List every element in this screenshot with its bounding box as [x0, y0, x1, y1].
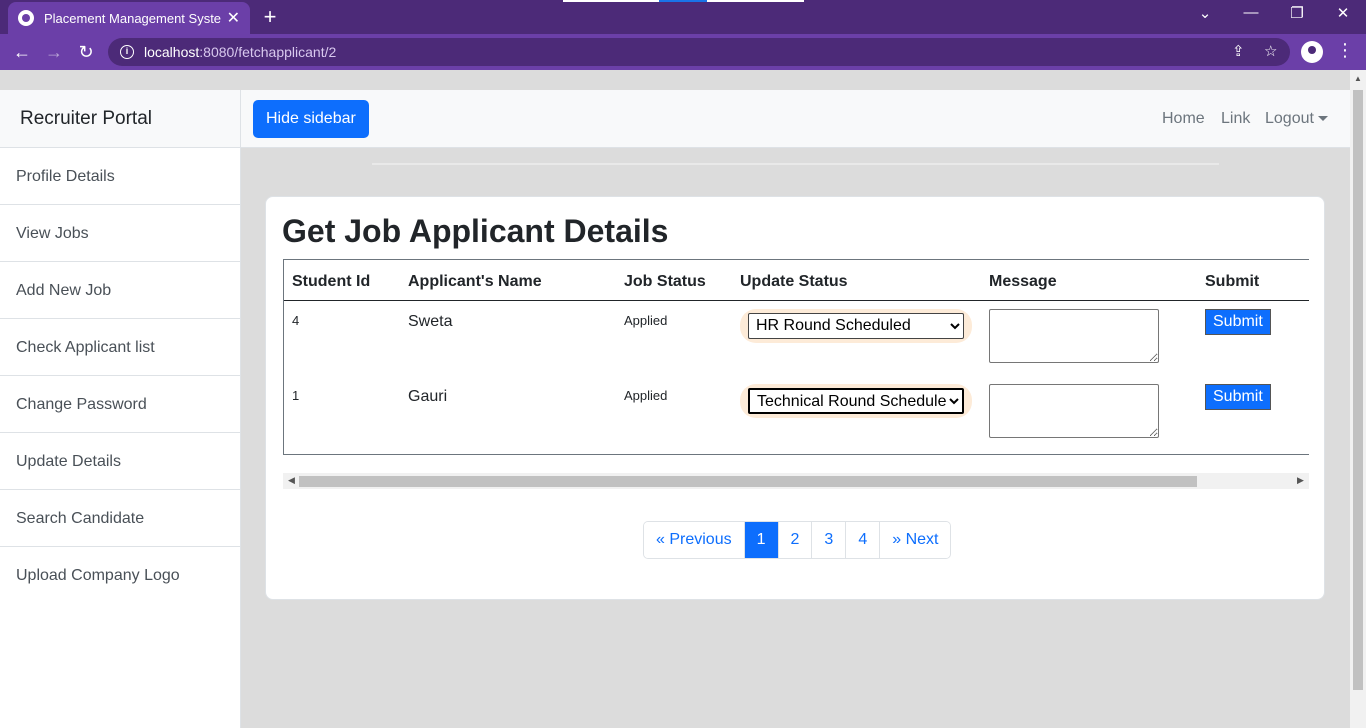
url-host: localhost [144, 44, 200, 60]
page-3[interactable]: 3 [812, 522, 847, 558]
scroll-up-arrow-icon[interactable]: ▲ [1354, 74, 1362, 83]
student-id-cell: 1 [292, 388, 300, 403]
url-bar[interactable]: i localhost:8080/fetchapplicant/2 [108, 38, 1290, 66]
sidebar: Recruiter Portal Profile Details View Jo… [0, 90, 241, 728]
job-status-cell: Applied [624, 388, 668, 403]
back-arrow-icon[interactable]: ← [10, 40, 34, 64]
restore-icon[interactable]: ❐ [1277, 4, 1317, 22]
table-row: 4 Sweta Applied HR Round Scheduled Submi… [284, 300, 1309, 376]
submit-cell: Submit [1197, 376, 1309, 452]
share-icon[interactable]: ⇪ [1232, 42, 1245, 60]
applicant-card: Get Job Applicant Details Student Id App… [265, 196, 1325, 600]
tab-search-chevron-icon[interactable]: ⌄ [1185, 4, 1225, 22]
select-highlight: Technical Round Scheduled [740, 384, 972, 418]
top-navbar: Hide sidebar Home Link Logout [241, 90, 1350, 148]
page-4[interactable]: 4 [846, 522, 881, 558]
column-header: Applicant's Name [400, 260, 616, 301]
message-cell [981, 300, 1197, 376]
logout-label: Logout [1265, 110, 1314, 127]
window-edge-strip [563, 0, 659, 2]
url-path: :8080/fetchapplicant/2 [199, 44, 337, 60]
update-status-select[interactable]: HR Round Scheduled [748, 312, 964, 339]
tab-title: Placement Management System [44, 10, 221, 26]
sidebar-item-upload-company-logo[interactable]: Upload Company Logo [0, 547, 240, 604]
scroll-left-arrow-icon[interactable]: ◀ [288, 475, 295, 486]
submit-button[interactable]: Submit [1205, 384, 1271, 410]
window-edge-strip [659, 0, 707, 2]
browser-menu-icon[interactable]: ⋮ [1336, 40, 1354, 61]
message-textarea[interactable] [989, 308, 1159, 363]
profile-avatar-icon[interactable] [1301, 41, 1323, 63]
table-row: 1 Gauri Applied Technical Round Schedule… [284, 376, 1309, 452]
job-status-cell: Applied [624, 312, 668, 328]
scrollbar-thumb[interactable] [1353, 90, 1363, 690]
page-previous[interactable]: « Previous [644, 522, 745, 558]
minimize-icon[interactable]: — [1231, 4, 1271, 21]
vertical-scrollbar[interactable]: ▲ [1350, 70, 1366, 728]
update-status-select[interactable]: Technical Round Scheduled [748, 388, 964, 414]
column-header: Update Status [732, 260, 981, 301]
page-1[interactable]: 1 [744, 522, 779, 558]
scroll-right-arrow-icon[interactable]: ▶ [1297, 475, 1304, 486]
window-close-icon[interactable]: ✕ [1323, 4, 1363, 22]
applicant-name-cell: Gauri [408, 388, 448, 405]
reload-icon[interactable]: ↻ [74, 40, 98, 64]
horizontal-rule [372, 163, 1219, 165]
update-status-cell: Technical Round Scheduled [732, 376, 981, 452]
page-title: Get Job Applicant Details [282, 213, 669, 249]
nav-link-home[interactable]: Home [1162, 110, 1205, 128]
page-2[interactable]: 2 [778, 522, 813, 558]
column-header: Message [981, 260, 1197, 301]
browser-toolbar: ← → ↻ i localhost:8080/fetchapplicant/2 … [0, 34, 1366, 70]
sidebar-heading: Recruiter Portal [0, 90, 240, 148]
student-id-cell: 4 [292, 312, 300, 328]
caret-down-icon [1317, 116, 1328, 122]
select-highlight: HR Round Scheduled [740, 308, 972, 343]
nav-link-link[interactable]: Link [1221, 110, 1250, 128]
sidebar-item-add-new-job[interactable]: Add New Job [0, 262, 240, 319]
forward-arrow-icon[interactable]: → [42, 40, 66, 64]
site-info-icon[interactable]: i [120, 45, 134, 59]
submit-cell: Submit [1197, 300, 1309, 376]
new-tab-button[interactable]: + [258, 4, 282, 30]
sidebar-item-view-jobs[interactable]: View Jobs [0, 205, 240, 262]
browser-titlebar: Placement Management System ✕ + ⌄ — ❐ ✕ [0, 0, 1366, 34]
globe-icon [18, 10, 34, 26]
column-header: Student Id [284, 260, 400, 301]
browser-tab[interactable]: Placement Management System ✕ [8, 2, 250, 34]
sidebar-item-profile-details[interactable]: Profile Details [0, 148, 240, 205]
update-status-cell: HR Round Scheduled [732, 300, 981, 376]
window-edge-strip [707, 0, 804, 2]
page-next[interactable]: » Next [880, 522, 951, 558]
scrollbar-thumb[interactable] [299, 476, 1197, 487]
page-viewport: Recruiter Portal Profile Details View Jo… [0, 70, 1366, 728]
column-header: Submit [1197, 260, 1309, 301]
bookmark-star-icon[interactable]: ☆ [1264, 42, 1277, 60]
sidebar-item-check-applicant-list[interactable]: Check Applicant list [0, 319, 240, 376]
nav-dropdown-logout[interactable]: Logout [1265, 110, 1328, 128]
applicant-table: Student Id Applicant's Name Job Status U… [284, 260, 1309, 452]
table-header-row: Student Id Applicant's Name Job Status U… [284, 260, 1309, 301]
sidebar-item-update-details[interactable]: Update Details [0, 433, 240, 490]
message-cell [981, 376, 1197, 452]
horizontal-scrollbar[interactable]: ◀ ▶ [283, 473, 1309, 489]
close-icon[interactable]: ✕ [227, 8, 240, 28]
submit-button[interactable]: Submit [1205, 308, 1271, 335]
column-header: Job Status [616, 260, 732, 301]
pagination: « Previous 1 2 3 4 » Next [643, 521, 952, 559]
applicant-name-cell: Sweta [408, 312, 453, 330]
hide-sidebar-button[interactable]: Hide sidebar [253, 100, 369, 138]
sidebar-item-change-password[interactable]: Change Password [0, 376, 240, 433]
applicant-table-container: Student Id Applicant's Name Job Status U… [283, 259, 1309, 455]
sidebar-item-search-candidate[interactable]: Search Candidate [0, 490, 240, 547]
message-textarea[interactable] [989, 384, 1159, 438]
